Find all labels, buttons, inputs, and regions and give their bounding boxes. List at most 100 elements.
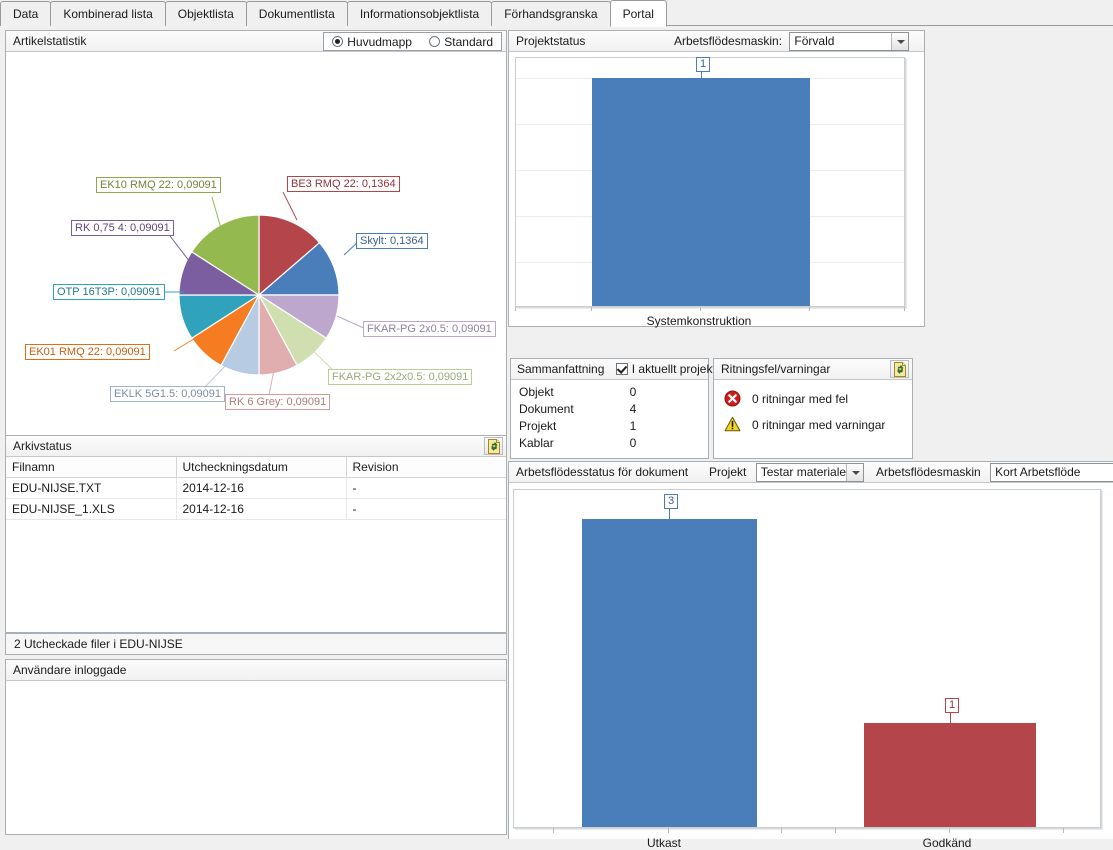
error-icon [724,390,741,407]
table-header-row: Filnamn Utcheckningsdatum Revision [6,457,506,478]
summary-header: Sammanfattning I aktuellt projekt [511,359,716,380]
project-status-panel: Projektstatus Arbetsflödesmaskin: Förval… [508,30,925,328]
users-logged-in-panel: Användare inloggade [5,659,507,835]
category-label-godkand: Godkänd [922,836,972,850]
tab-label: Data [13,7,39,21]
workflow-machine-value-2: Kort Arbetsflöde [995,465,1081,480]
project-status-axis-ticks [515,307,905,312]
drawing-issues-header: Ritningsfel/varningar [714,359,912,380]
workflow-machine-combo[interactable]: Förvald [789,32,910,52]
workflow-axis-ticks [513,828,1101,834]
bar-leader-line-utkast [669,508,670,522]
archive-status-header: Arkivstatus [6,436,506,457]
summary-value-kablar: 0 [629,436,637,450]
tab-strip: Data Kombinerad lista Objektlista Dokume… [0,0,1113,27]
refresh-document-icon [488,439,500,454]
tab-data[interactable]: Data [0,1,52,26]
tab-informationsobjektlista[interactable]: Informationsobjektlista [346,1,493,26]
drawing-issues-title: Ritningsfel/varningar [721,362,831,376]
cell-revision: - [346,477,506,499]
tab-label: Informationsobjektlista [359,7,480,21]
workflow-machine-label-2: Arbetsflödesmaskin [876,465,981,479]
archive-status-body: Filnamn Utcheckningsdatum Revision EDU-N… [6,457,506,632]
current-project-checkbox-box [615,363,628,375]
summary-label-kablar: Kablar [519,436,554,450]
radio-huvudmapp-indicator [332,36,344,47]
drawing-issues-refresh-button[interactable] [890,360,909,378]
tab-kombinerad-lista[interactable]: Kombinerad lista [50,1,166,26]
project-status-chart: 1 [515,57,905,307]
drawing-issue-warnings-text: 0 ritningar med varningar [752,418,886,432]
current-project-checkbox-label: I aktuellt projekt [631,362,716,376]
warning-icon [724,416,741,433]
bar-leader-line-godkand [950,712,951,726]
tab-label: Dokumentlista [258,7,335,21]
radio-standard[interactable]: Standard [429,35,493,49]
archive-status-statusbar-text: 2 Utcheckade filer i EDU-NIJSE [14,637,183,651]
archive-status-table: Filnamn Utcheckningsdatum Revision EDU-N… [6,457,506,520]
folder-scope-radio-group: Huvudmapp Standard [323,32,502,51]
users-logged-in-title: Användare inloggade [13,663,127,677]
tab-portal[interactable]: Portal [609,0,667,27]
summary-body: Objekt 0 Dokument 4 Projekt 1 Kablar 0 [511,380,708,458]
pie-label-ek10-rmq-22: EK10 RMQ 22: 0,09091 [96,177,221,193]
bar-systemkonstruktion [592,78,810,306]
pie-label-rk-6-grey: RK 6 Grey: 0,09091 [225,394,331,410]
category-label-utkast: Utkast [646,836,681,850]
article-statistics-title: Artikelstatistik [13,34,87,48]
workflow-document-status-body: 3 1 Utkast Godkänd [509,483,1113,850]
column-header-utcheckningsdatum[interactable]: Utcheckningsdatum [176,457,347,478]
pie-label-skylt: Skylt: 0,1364 [356,233,428,249]
column-header-revision[interactable]: Revision [346,457,506,478]
table-row[interactable]: EDU-NIJSE_1.XLS 2014-12-16 - [6,498,506,520]
category-label-systemkonstruktion: Systemkonstruktion [646,314,752,328]
archive-status-panel: Arkivstatus Filnamn Utcheckningsdatum Re… [5,435,507,633]
refresh-document-icon [894,362,906,377]
tab-label: Objektlista [177,7,234,21]
workflow-machine-combo-2[interactable]: Kort Arbetsflöde [990,463,1113,483]
radio-huvudmapp-label: Huvudmapp [347,35,412,49]
workflow-document-status-chart: 3 1 [513,489,1101,828]
bar-godkand [864,723,1036,827]
summary-value-dokument: 4 [629,402,637,416]
pie-label-otp-16t3p: OTP 16T3P: 0,09091 [53,284,165,300]
summary-value-projekt: 1 [629,419,637,433]
cell-revision: - [346,498,506,520]
table-row[interactable]: EDU-NIJSE.TXT 2014-12-16 - [6,477,506,499]
summary-title: Sammanfattning [517,362,605,376]
workflow-project-label: Projekt [709,465,747,479]
cell-utcheckningsdatum: 2014-12-16 [176,477,347,499]
tab-dokumentlista[interactable]: Dokumentlista [245,1,348,26]
summary-row-projekt: Projekt 1 [511,418,708,435]
workflow-project-combo[interactable]: Testar materiale [755,463,864,483]
portal-content: Artikelstatistik Huvudmapp Standard BE3 … [0,26,1113,850]
pie-label-ek01-rmq-22: EK01 RMQ 22: 0,09091 [25,344,150,360]
radio-huvudmapp[interactable]: Huvudmapp [332,35,415,49]
project-status-header: Projektstatus Arbetsflödesmaskin: Förval… [509,31,924,52]
pie-label-fkar-pg-2x05: FKAR-PG 2x0.5: 0,09091 [363,321,496,337]
cell-filnamn: EDU-NIJSE.TXT [6,477,177,499]
radio-standard-label: Standard [444,35,493,49]
tab-forhandsgranska[interactable]: Förhandsgranska [491,1,611,26]
chevron-down-icon[interactable] [891,33,909,51]
summary-row-objekt: Objekt 0 [511,384,708,401]
article-statistics-panel: Artikelstatistik Huvudmapp Standard BE3 … [5,30,507,436]
cell-utcheckningsdatum: 2014-12-16 [176,498,347,520]
archive-status-refresh-button[interactable] [484,437,503,455]
current-project-checkbox[interactable]: I aktuellt projekt [615,362,716,376]
project-status-title: Projektstatus [516,34,586,48]
archive-status-statusbar: 2 Utcheckade filer i EDU-NIJSE [5,633,507,655]
drawing-issues-body: 0 ritningar med fel 0 ritningar med varn… [714,380,912,458]
summary-label-dokument: Dokument [519,402,574,416]
workflow-machine-label: Arbetsflödesmaskin: [674,34,783,48]
pie-label-eklk-5g15: EKLK 5G1.5: 0,09091 [110,386,226,402]
chevron-down-icon[interactable] [845,464,863,482]
summary-row-kablar: Kablar 0 [511,435,708,452]
cell-filnamn: EDU-NIJSE_1.XLS [6,498,177,520]
tab-objektlista[interactable]: Objektlista [164,1,247,26]
drawing-issue-warnings-row: 0 ritningar med varningar [714,412,912,438]
workflow-document-status-panel: Arbetsflödesstatus för dokument Projekt … [508,461,1113,850]
pie-label-rk-075-4: RK 0,75 4: 0,09091 [71,220,174,236]
column-header-filnamn[interactable]: Filnamn [6,457,177,478]
drawing-issue-errors-text: 0 ritningar med fel [752,392,849,406]
